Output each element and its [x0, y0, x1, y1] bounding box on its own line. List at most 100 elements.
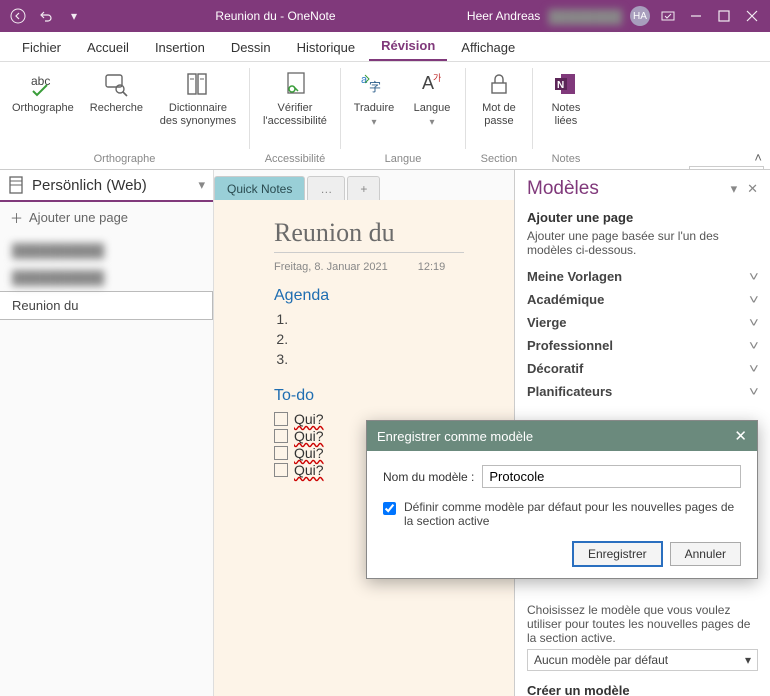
pane-close-icon[interactable]: ✕: [747, 181, 758, 197]
category-item[interactable]: Planificateurs˅: [527, 380, 758, 403]
password-button[interactable]: Mot de passe: [472, 66, 526, 130]
choose-template-text: Choisissez le modèle que vous voulez uti…: [527, 603, 758, 645]
language-icon: A가: [419, 68, 445, 100]
dialog-titlebar[interactable]: Enregistrer comme modèle ✕: [367, 421, 757, 451]
save-template-dialog: Enregistrer comme modèle ✕ Nom du modèle…: [366, 420, 758, 579]
notebook-selector[interactable]: Persönlich (Web) ▾: [0, 170, 213, 202]
svg-text:a: a: [361, 74, 368, 86]
default-template-dropdown[interactable]: Aucun modèle par défaut ▾: [527, 649, 758, 671]
dialog-close-icon[interactable]: ✕: [734, 427, 747, 445]
window-title: Reunion du - OneNote: [84, 9, 467, 23]
cancel-button[interactable]: Annuler: [670, 542, 741, 566]
spelling-group-label: Orthographe: [94, 151, 156, 167]
language-label: Langue: [414, 102, 451, 115]
spelling-icon: abc: [27, 68, 59, 100]
checkbox-icon[interactable]: [274, 412, 288, 426]
add-section-tab[interactable]: +: [347, 176, 380, 200]
section-tab-overflow[interactable]: …: [307, 176, 345, 200]
pane-options-icon[interactable]: ▾: [731, 181, 738, 197]
language-button[interactable]: A가 Langue ▾: [405, 66, 459, 131]
page-item[interactable]: ██████████: [0, 237, 213, 264]
category-label: Vierge: [527, 315, 567, 330]
undo-icon[interactable]: [36, 6, 56, 26]
minimize-icon[interactable]: [686, 6, 706, 26]
password-label: Mot de passe: [482, 102, 516, 128]
linked-notes-label: Notes liées: [552, 102, 581, 128]
close-icon[interactable]: [742, 6, 762, 26]
template-name-input[interactable]: [482, 465, 741, 488]
chevron-down-icon: ▾: [371, 117, 376, 129]
page-time: 12:19: [418, 261, 446, 273]
default-template-checkbox[interactable]: [383, 502, 396, 515]
spelling-button[interactable]: abc Orthographe: [6, 66, 80, 117]
category-label: Décoratif: [527, 361, 583, 376]
category-item[interactable]: Décoratif ˅: [527, 357, 758, 380]
category-label: Académique: [527, 292, 604, 307]
linked-notes-button[interactable]: N Notes liées: [539, 66, 593, 130]
checkbox-icon[interactable]: [274, 463, 288, 477]
menu-draw[interactable]: Dessin: [219, 34, 283, 61]
svg-text:N: N: [557, 80, 564, 91]
category-item[interactable]: Professionnel˅: [527, 334, 758, 357]
qat-more-icon[interactable]: ▾: [64, 6, 84, 26]
todo-text[interactable]: Qui?: [294, 462, 324, 478]
chevron-down-icon: ˅: [749, 361, 759, 376]
ribbon-mode-icon[interactable]: [658, 6, 678, 26]
category-label: Meine Vorlagen: [527, 269, 622, 284]
translate-button[interactable]: a字 Traduire ▾: [347, 66, 401, 131]
research-button[interactable]: Recherche: [84, 66, 149, 117]
save-button[interactable]: Enregistrer: [573, 542, 662, 566]
chevron-down-icon: ˅: [749, 292, 759, 307]
user-avatar[interactable]: HA: [630, 6, 650, 26]
menu-home[interactable]: Accueil: [75, 34, 141, 61]
checkbox-label: Définir comme modèle par défaut pour les…: [404, 500, 741, 528]
add-page-button[interactable]: ＋ Ajouter une page: [0, 202, 213, 233]
page-item[interactable]: Reunion du: [0, 291, 213, 320]
menu-insert[interactable]: Insertion: [143, 34, 217, 61]
thesaurus-label: Dictionnaire des synonymes: [160, 102, 236, 128]
category-item[interactable]: Vierge ˅: [527, 311, 758, 334]
user-name: Heer Andreas: [467, 9, 540, 23]
sidebar: Persönlich (Web) ▾ ＋ Ajouter une page ██…: [0, 170, 214, 696]
chevron-down-icon: ▾: [745, 653, 751, 667]
chevron-down-icon: ▾: [198, 177, 205, 193]
todo-text[interactable]: Qui?: [294, 428, 324, 444]
notes-group-label: Notes: [552, 151, 581, 167]
checkbox-icon[interactable]: [274, 446, 288, 460]
accessibility-button[interactable]: Vérifier l'accessibilité: [256, 66, 334, 130]
category-item[interactable]: Meine Vorlagen˅: [527, 265, 758, 288]
template-name-label: Nom du modèle :: [383, 470, 474, 484]
ribbon: abc Orthographe Recherche Dictionnaire d…: [0, 62, 770, 170]
category-item[interactable]: Académique ˅: [527, 288, 758, 311]
accessibility-label: Vérifier l'accessibilité: [263, 102, 327, 128]
back-icon[interactable]: [8, 6, 28, 26]
plus-icon: ＋: [10, 208, 23, 227]
notebook-icon: [8, 176, 26, 194]
menu-history[interactable]: Historique: [285, 34, 368, 61]
language-group-label: Langue: [385, 151, 422, 167]
research-label: Recherche: [90, 102, 143, 115]
maximize-icon[interactable]: [714, 6, 734, 26]
category-label: Professionnel: [527, 338, 613, 353]
collapse-ribbon-icon[interactable]: ˄: [754, 150, 762, 165]
thesaurus-button[interactable]: Dictionnaire des synonymes: [153, 66, 243, 130]
accessibility-icon: [282, 68, 308, 100]
translate-icon: a字: [359, 68, 389, 100]
page-item[interactable]: ██████████: [0, 264, 213, 291]
spelling-label: Orthographe: [12, 102, 74, 115]
section-group-label: Section: [481, 151, 518, 167]
svg-text:가: 가: [433, 73, 441, 83]
section-tab[interactable]: Quick Notes: [214, 176, 305, 200]
translate-label: Traduire: [354, 102, 395, 115]
menu-file[interactable]: Fichier: [10, 34, 73, 61]
add-page-label: Ajouter une page: [29, 210, 128, 225]
checkbox-icon[interactable]: [274, 429, 288, 443]
menu-review[interactable]: Révision: [369, 32, 447, 61]
todo-text[interactable]: Qui?: [294, 445, 324, 461]
notebook-name: Persönlich (Web): [32, 177, 192, 194]
combo-value: Aucun modèle par défaut: [534, 653, 668, 667]
dialog-title: Enregistrer comme modèle: [377, 429, 533, 444]
chevron-down-icon: ˅: [749, 315, 759, 330]
todo-text[interactable]: Qui?: [294, 411, 324, 427]
menu-view[interactable]: Affichage: [449, 34, 527, 61]
